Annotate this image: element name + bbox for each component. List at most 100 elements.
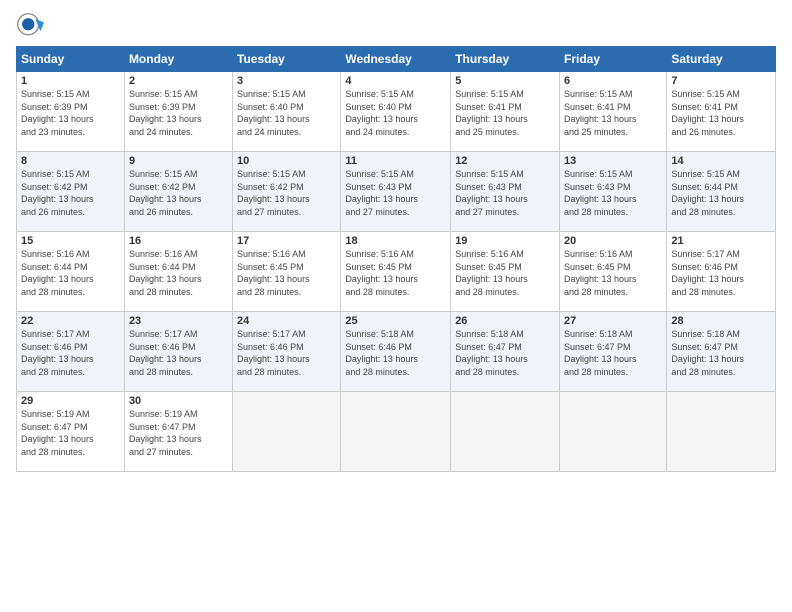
day-info: Sunrise: 5:17 AMSunset: 6:46 PMDaylight:… (237, 328, 336, 378)
day-info: Sunrise: 5:15 AMSunset: 6:43 PMDaylight:… (455, 168, 555, 218)
calendar-cell: 2 Sunrise: 5:15 AMSunset: 6:39 PMDayligh… (124, 72, 232, 152)
day-info: Sunrise: 5:15 AMSunset: 6:41 PMDaylight:… (671, 88, 771, 138)
day-number: 16 (129, 235, 228, 247)
day-info: Sunrise: 5:17 AMSunset: 6:46 PMDaylight:… (671, 248, 771, 298)
day-info: Sunrise: 5:18 AMSunset: 6:47 PMDaylight:… (564, 328, 662, 378)
day-info: Sunrise: 5:15 AMSunset: 6:39 PMDaylight:… (21, 88, 120, 138)
calendar-cell: 18 Sunrise: 5:16 AMSunset: 6:45 PMDaylig… (341, 232, 451, 312)
day-number: 7 (671, 75, 771, 87)
calendar-cell: 5 Sunrise: 5:15 AMSunset: 6:41 PMDayligh… (451, 72, 560, 152)
day-number: 18 (345, 235, 446, 247)
day-number: 30 (129, 395, 228, 407)
day-number: 23 (129, 315, 228, 327)
page: Sunday Monday Tuesday Wednesday Thursday… (0, 0, 792, 612)
calendar-cell: 6 Sunrise: 5:15 AMSunset: 6:41 PMDayligh… (560, 72, 667, 152)
col-sunday: Sunday (17, 47, 125, 72)
day-info: Sunrise: 5:17 AMSunset: 6:46 PMDaylight:… (21, 328, 120, 378)
calendar-cell: 9 Sunrise: 5:15 AMSunset: 6:42 PMDayligh… (124, 152, 232, 232)
day-number: 2 (129, 75, 228, 87)
calendar: Sunday Monday Tuesday Wednesday Thursday… (16, 46, 776, 472)
calendar-cell: 12 Sunrise: 5:15 AMSunset: 6:43 PMDaylig… (451, 152, 560, 232)
day-info: Sunrise: 5:15 AMSunset: 6:41 PMDaylight:… (564, 88, 662, 138)
day-number: 22 (21, 315, 120, 327)
calendar-cell (560, 392, 667, 472)
calendar-cell: 23 Sunrise: 5:17 AMSunset: 6:46 PMDaylig… (124, 312, 232, 392)
calendar-cell: 1 Sunrise: 5:15 AMSunset: 6:39 PMDayligh… (17, 72, 125, 152)
calendar-cell: 25 Sunrise: 5:18 AMSunset: 6:46 PMDaylig… (341, 312, 451, 392)
day-info: Sunrise: 5:16 AMSunset: 6:45 PMDaylight:… (237, 248, 336, 298)
day-number: 27 (564, 315, 662, 327)
calendar-cell: 16 Sunrise: 5:16 AMSunset: 6:44 PMDaylig… (124, 232, 232, 312)
day-number: 5 (455, 75, 555, 87)
calendar-cell: 7 Sunrise: 5:15 AMSunset: 6:41 PMDayligh… (667, 72, 776, 152)
calendar-cell: 24 Sunrise: 5:17 AMSunset: 6:46 PMDaylig… (233, 312, 341, 392)
day-number: 13 (564, 155, 662, 167)
day-number: 8 (21, 155, 120, 167)
day-info: Sunrise: 5:18 AMSunset: 6:46 PMDaylight:… (345, 328, 446, 378)
calendar-cell: 30 Sunrise: 5:19 AMSunset: 6:47 PMDaylig… (124, 392, 232, 472)
day-number: 29 (21, 395, 120, 407)
calendar-week-row: 29 Sunrise: 5:19 AMSunset: 6:47 PMDaylig… (17, 392, 776, 472)
calendar-cell: 11 Sunrise: 5:15 AMSunset: 6:43 PMDaylig… (341, 152, 451, 232)
day-number: 28 (671, 315, 771, 327)
calendar-cell: 15 Sunrise: 5:16 AMSunset: 6:44 PMDaylig… (17, 232, 125, 312)
day-number: 12 (455, 155, 555, 167)
calendar-cell (341, 392, 451, 472)
calendar-week-row: 22 Sunrise: 5:17 AMSunset: 6:46 PMDaylig… (17, 312, 776, 392)
calendar-cell: 13 Sunrise: 5:15 AMSunset: 6:43 PMDaylig… (560, 152, 667, 232)
day-number: 10 (237, 155, 336, 167)
calendar-cell: 14 Sunrise: 5:15 AMSunset: 6:44 PMDaylig… (667, 152, 776, 232)
calendar-cell: 3 Sunrise: 5:15 AMSunset: 6:40 PMDayligh… (233, 72, 341, 152)
day-number: 9 (129, 155, 228, 167)
calendar-cell: 26 Sunrise: 5:18 AMSunset: 6:47 PMDaylig… (451, 312, 560, 392)
day-number: 26 (455, 315, 555, 327)
day-number: 6 (564, 75, 662, 87)
day-info: Sunrise: 5:15 AMSunset: 6:40 PMDaylight:… (345, 88, 446, 138)
day-info: Sunrise: 5:19 AMSunset: 6:47 PMDaylight:… (21, 408, 120, 458)
day-info: Sunrise: 5:16 AMSunset: 6:45 PMDaylight:… (345, 248, 446, 298)
day-number: 21 (671, 235, 771, 247)
day-info: Sunrise: 5:16 AMSunset: 6:44 PMDaylight:… (21, 248, 120, 298)
day-number: 4 (345, 75, 446, 87)
calendar-cell: 28 Sunrise: 5:18 AMSunset: 6:47 PMDaylig… (667, 312, 776, 392)
col-saturday: Saturday (667, 47, 776, 72)
day-info: Sunrise: 5:16 AMSunset: 6:45 PMDaylight:… (455, 248, 555, 298)
calendar-week-row: 1 Sunrise: 5:15 AMSunset: 6:39 PMDayligh… (17, 72, 776, 152)
day-number: 11 (345, 155, 446, 167)
col-tuesday: Tuesday (233, 47, 341, 72)
logo (16, 12, 48, 40)
day-number: 25 (345, 315, 446, 327)
day-info: Sunrise: 5:18 AMSunset: 6:47 PMDaylight:… (671, 328, 771, 378)
logo-icon (16, 12, 44, 40)
day-info: Sunrise: 5:15 AMSunset: 6:41 PMDaylight:… (455, 88, 555, 138)
calendar-header-row: Sunday Monday Tuesday Wednesday Thursday… (17, 47, 776, 72)
calendar-cell: 17 Sunrise: 5:16 AMSunset: 6:45 PMDaylig… (233, 232, 341, 312)
calendar-cell (233, 392, 341, 472)
calendar-cell: 22 Sunrise: 5:17 AMSunset: 6:46 PMDaylig… (17, 312, 125, 392)
col-friday: Friday (560, 47, 667, 72)
day-info: Sunrise: 5:15 AMSunset: 6:43 PMDaylight:… (564, 168, 662, 218)
day-info: Sunrise: 5:16 AMSunset: 6:44 PMDaylight:… (129, 248, 228, 298)
day-info: Sunrise: 5:15 AMSunset: 6:39 PMDaylight:… (129, 88, 228, 138)
day-info: Sunrise: 5:15 AMSunset: 6:43 PMDaylight:… (345, 168, 446, 218)
day-info: Sunrise: 5:17 AMSunset: 6:46 PMDaylight:… (129, 328, 228, 378)
calendar-cell: 21 Sunrise: 5:17 AMSunset: 6:46 PMDaylig… (667, 232, 776, 312)
calendar-cell: 8 Sunrise: 5:15 AMSunset: 6:42 PMDayligh… (17, 152, 125, 232)
col-thursday: Thursday (451, 47, 560, 72)
calendar-week-row: 15 Sunrise: 5:16 AMSunset: 6:44 PMDaylig… (17, 232, 776, 312)
day-number: 20 (564, 235, 662, 247)
calendar-cell: 4 Sunrise: 5:15 AMSunset: 6:40 PMDayligh… (341, 72, 451, 152)
header (16, 12, 776, 40)
day-number: 1 (21, 75, 120, 87)
day-number: 17 (237, 235, 336, 247)
calendar-cell: 19 Sunrise: 5:16 AMSunset: 6:45 PMDaylig… (451, 232, 560, 312)
calendar-cell (451, 392, 560, 472)
day-number: 3 (237, 75, 336, 87)
col-monday: Monday (124, 47, 232, 72)
day-info: Sunrise: 5:15 AMSunset: 6:44 PMDaylight:… (671, 168, 771, 218)
day-number: 19 (455, 235, 555, 247)
day-info: Sunrise: 5:16 AMSunset: 6:45 PMDaylight:… (564, 248, 662, 298)
calendar-cell: 29 Sunrise: 5:19 AMSunset: 6:47 PMDaylig… (17, 392, 125, 472)
day-info: Sunrise: 5:19 AMSunset: 6:47 PMDaylight:… (129, 408, 228, 458)
day-info: Sunrise: 5:15 AMSunset: 6:40 PMDaylight:… (237, 88, 336, 138)
